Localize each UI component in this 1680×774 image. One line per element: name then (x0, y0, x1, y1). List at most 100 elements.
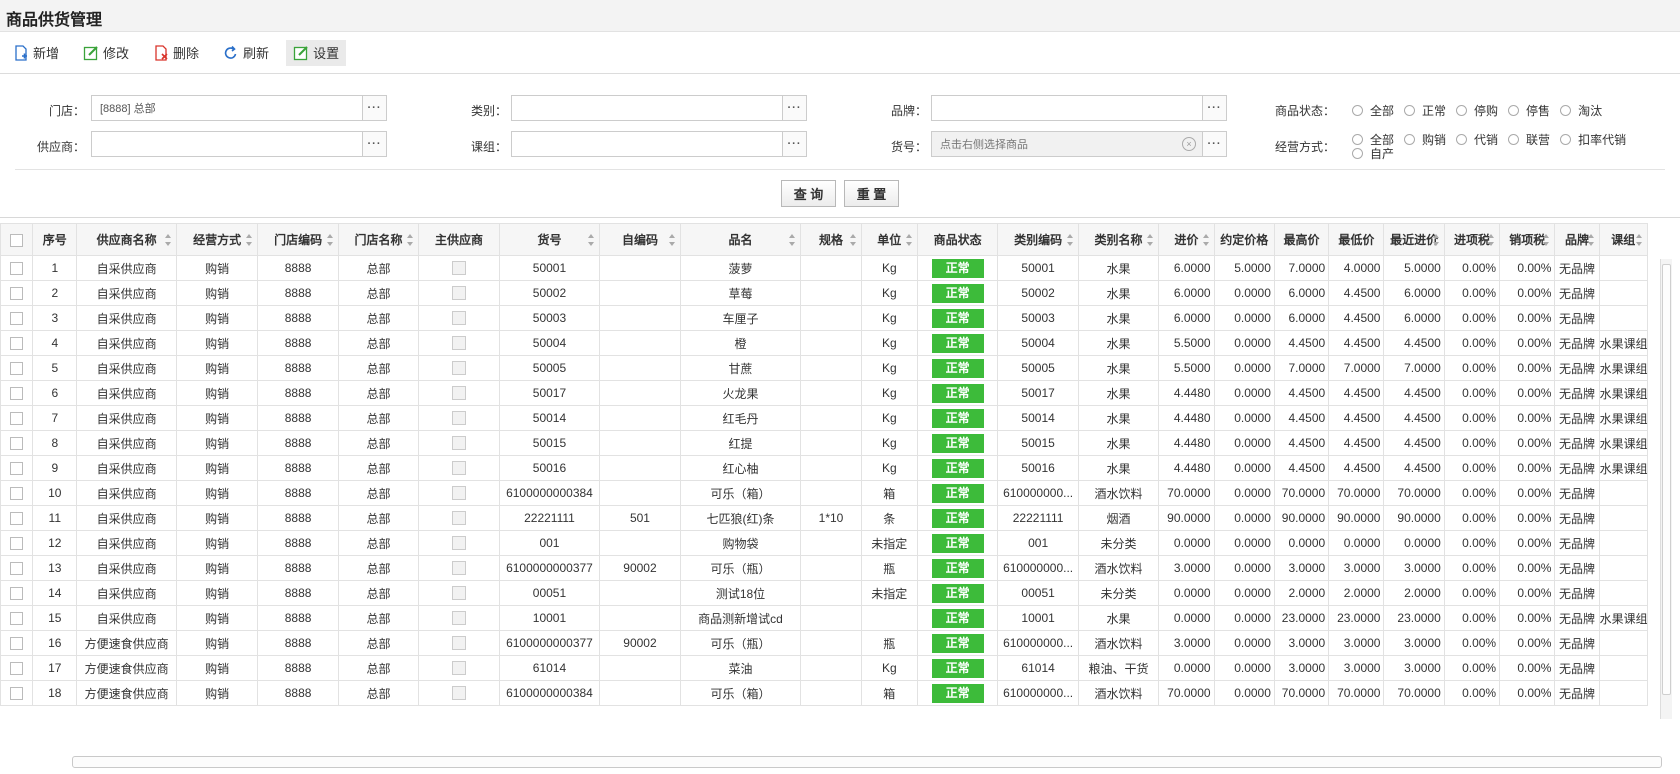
table-row[interactable]: 9 自采供应商 购销 8888 总部 50016 红心柚 Kg 正常 50016 水果 4.4480 0… (0, 455, 1649, 481)
row-checkbox[interactable] (10, 537, 24, 551)
brand-picker-button[interactable]: ··· (1202, 96, 1226, 120)
column-header[interactable]: 最高价 (1273, 223, 1330, 256)
row-checkbox[interactable] (10, 612, 24, 626)
row-checkbox-cell[interactable] (0, 680, 34, 706)
item-picker-button[interactable]: ··· (1202, 132, 1226, 156)
row-checkbox[interactable] (10, 262, 24, 276)
select-all-checkbox[interactable] (10, 233, 24, 247)
status-normal-radio[interactable]: 正常 (1404, 103, 1446, 118)
group-field[interactable]: ··· (511, 131, 807, 157)
clear-icon[interactable]: × (1182, 137, 1196, 151)
category-picker-button[interactable]: ··· (782, 96, 806, 120)
vertical-scrollbar-thumb[interactable] (1662, 264, 1671, 695)
sort-icon[interactable] (164, 234, 172, 246)
sort-icon[interactable] (1066, 234, 1074, 246)
column-header[interactable]: 进价 (1158, 223, 1215, 256)
row-checkbox-cell[interactable] (0, 455, 34, 481)
row-checkbox-cell[interactable] (0, 530, 34, 556)
table-row[interactable]: 11 自采供应商 购销 8888 总部 22221111 501 七匹狼(红)条 1*10 条正常… (0, 505, 1649, 531)
supplier-picker-button[interactable]: ··· (362, 132, 386, 156)
mode-purchase-radio[interactable]: 购销 (1404, 132, 1446, 147)
row-checkbox[interactable] (10, 362, 24, 376)
table-row[interactable]: 10 自采供应商 购销 8888 总部 6100000000384 可乐（箱） 箱正常 6100… (0, 480, 1649, 506)
sort-icon[interactable] (668, 234, 676, 246)
row-checkbox-cell[interactable] (0, 305, 34, 331)
column-header[interactable]: 门店编码 (257, 223, 339, 256)
row-checkbox[interactable] (10, 412, 24, 426)
horizontal-scrollbar[interactable] (72, 756, 1662, 768)
sort-icon[interactable] (1543, 234, 1550, 246)
mode-consign-radio[interactable]: 代销 (1456, 132, 1498, 147)
table-row[interactable]: 18 方便速食供应商 购销 8888 总部 6100000000384 可乐（箱） 箱正常 61… (0, 680, 1649, 706)
sort-icon[interactable] (1432, 234, 1440, 246)
column-header[interactable]: 自编码 (599, 223, 681, 256)
query-button[interactable]: 查 询 (781, 180, 836, 207)
row-checkbox-cell[interactable] (0, 605, 34, 631)
row-checkbox[interactable] (10, 637, 24, 651)
column-header[interactable]: 供应商名称 (76, 223, 177, 256)
row-checkbox-cell[interactable] (0, 330, 34, 356)
column-header[interactable]: 货号 (498, 223, 601, 256)
table-row[interactable]: 6 自采供应商 购销 8888 总部 50017 火龙果 Kg 正常 50017 水果 4.4480 0… (0, 380, 1649, 406)
sort-icon[interactable] (1147, 234, 1154, 246)
column-header[interactable]: 单位 (860, 223, 918, 256)
sort-icon[interactable] (905, 234, 913, 246)
category-field[interactable]: ··· (511, 95, 807, 121)
row-checkbox-cell[interactable] (0, 405, 34, 431)
column-header[interactable]: 门店名称 (337, 223, 420, 256)
row-checkbox[interactable] (10, 462, 24, 476)
delete-button[interactable]: 删除 (146, 40, 206, 66)
column-header[interactable]: 约定价格 (1213, 223, 1275, 256)
table-row[interactable]: 5 自采供应商 购销 8888 总部 50005 甘蔗 Kg 正常 50005 水果 5.5000 0.… (0, 355, 1649, 381)
status-stop-sale-radio[interactable]: 停售 (1508, 103, 1550, 118)
row-checkbox-cell[interactable] (0, 655, 34, 681)
status-discontinued-radio[interactable]: 淘汰 (1560, 103, 1602, 118)
table-row[interactable]: 12 自采供应商 购销 8888 总部 001 购物袋 未指定 正常 001 未分类 0.0000 0.… (0, 530, 1649, 556)
select-all-checkbox-cell[interactable] (0, 223, 34, 256)
table-row[interactable]: 16 方便速食供应商 购销 8888 总部 6100000000377 90002 可乐（瓶）… (0, 630, 1649, 656)
row-checkbox[interactable] (10, 437, 24, 451)
column-header[interactable]: 品牌 (1554, 223, 1600, 256)
item-field[interactable]: 点击右侧选择商品 × ··· (931, 131, 1227, 157)
row-checkbox[interactable] (10, 512, 24, 526)
column-header[interactable]: 经营方式 (175, 223, 259, 256)
vertical-scrollbar[interactable] (1660, 259, 1672, 719)
group-picker-button[interactable]: ··· (782, 132, 806, 156)
sort-icon[interactable] (849, 234, 857, 246)
column-header[interactable]: 课组 (1598, 223, 1649, 256)
status-all-radio[interactable]: 全部 (1352, 103, 1394, 118)
row-checkbox[interactable] (10, 487, 24, 501)
table-row[interactable]: 14 自采供应商 购销 8888 总部 00051 测试18位 未指定 正常 00051 未分类 0.… (0, 580, 1649, 606)
row-checkbox-cell[interactable] (0, 280, 34, 306)
column-header[interactable]: 序号 (32, 223, 78, 256)
row-checkbox[interactable] (10, 587, 24, 601)
column-header[interactable]: 最近进价 (1383, 223, 1445, 256)
sort-icon[interactable] (1636, 234, 1643, 246)
mode-self-produce-radio[interactable]: 自产 (1352, 146, 1394, 161)
row-checkbox-cell[interactable] (0, 480, 34, 506)
mode-joint-radio[interactable]: 联营 (1508, 132, 1550, 147)
column-header[interactable]: 类别编码 (997, 223, 1079, 256)
table-row[interactable]: 7 自采供应商 购销 8888 总部 50014 红毛丹 Kg 正常 50014 水果 4.4480 0… (0, 405, 1649, 431)
edit-button[interactable]: 修改 (76, 40, 136, 66)
column-header[interactable]: 品名 (679, 223, 802, 256)
table-row[interactable]: 8 自采供应商 购销 8888 总部 50015 红提 Kg 正常 50015 水果 4.4480 0.… (0, 430, 1649, 456)
store-field[interactable]: [8888] 总部 ··· (91, 95, 387, 121)
brand-field[interactable]: ··· (931, 95, 1227, 121)
column-header[interactable]: 类别名称 (1077, 223, 1160, 256)
settings-button[interactable]: 设置 (286, 39, 347, 66)
refresh-button[interactable]: 刷新 (216, 40, 276, 66)
sort-icon[interactable] (1202, 234, 1210, 246)
supplier-field[interactable]: ··· (91, 131, 387, 157)
table-row[interactable]: 15 自采供应商 购销 8888 总部 10001 商品测新增试cd 正常 10001 水果 0.0… (0, 605, 1649, 631)
row-checkbox-cell[interactable] (0, 555, 34, 581)
status-stop-purchase-radio[interactable]: 停购 (1456, 103, 1498, 118)
row-checkbox[interactable] (10, 337, 24, 351)
add-button[interactable]: 新增 (6, 40, 66, 66)
column-header[interactable]: 销项税 (1499, 223, 1556, 256)
mode-rate-consign-radio[interactable]: 扣率代销 (1560, 132, 1626, 147)
table-row[interactable]: 2 自采供应商 购销 8888 总部 50002 草莓 Kg 正常 50002 水果 6.0000 0.… (0, 280, 1649, 306)
sort-icon[interactable] (1587, 234, 1595, 246)
row-checkbox[interactable] (10, 387, 24, 401)
row-checkbox-cell[interactable] (0, 630, 34, 656)
